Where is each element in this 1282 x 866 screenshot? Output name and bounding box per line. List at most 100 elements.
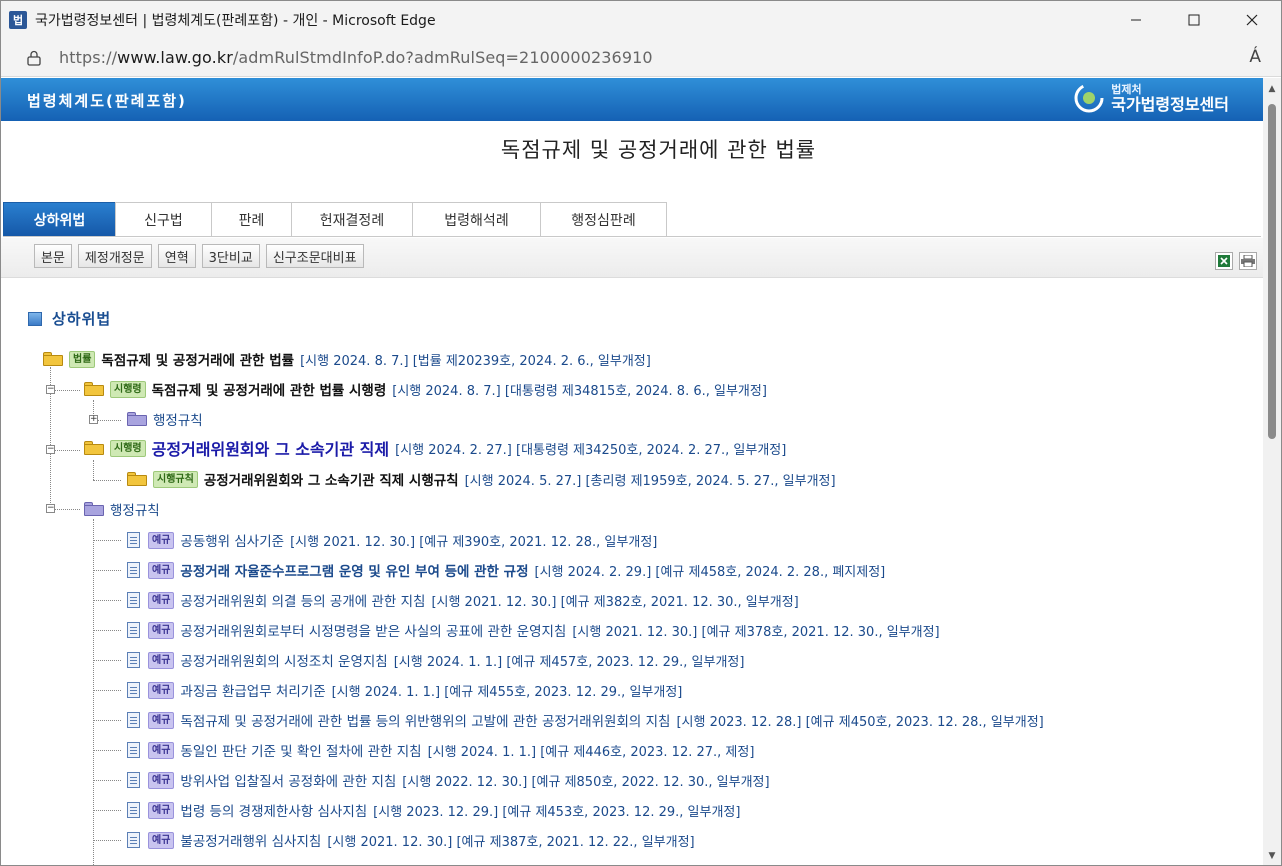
document-icon <box>127 832 140 848</box>
rule-item[interactable]: 예규 공정거래위원회 의결 등의 공개에 관한 지침 [시행 2021. 12.… <box>127 589 799 611</box>
maximize-icon <box>1188 14 1200 26</box>
document-icon <box>127 712 140 728</box>
scroll-thumb[interactable] <box>1268 104 1276 439</box>
close-button[interactable] <box>1223 1 1281 39</box>
document-icon <box>127 622 140 638</box>
header-title: 법령체계도(판례포함) <box>27 92 187 110</box>
type-badge: 예규 <box>148 711 175 729</box>
tree-node-org-rules[interactable]: 시행규칙 공정거래위원회와 그 소속기관 직제 시행규칙 [시행 2024. 5… <box>127 468 836 490</box>
page-content: 법령체계도(판례포함) 법제처 국가법령정보센터 독점규제 및 공정거래에 관한… <box>1 78 1263 865</box>
document-icon <box>127 802 140 818</box>
document-icon <box>127 592 140 608</box>
rule-item[interactable]: 예규 독점규제 및 공정거래에 관한 법률 등의 위반행위의 고발에 관한 공정… <box>127 709 1044 731</box>
rule-item[interactable]: 예규 법령 등의 경쟁제한사항 심사지침 [시행 2023. 12. 29.] … <box>127 799 740 821</box>
rule-meta: [시행 2021. 12. 30.] [예규 제387호, 2021. 12. … <box>327 834 695 850</box>
document-icon <box>127 652 140 668</box>
tab-admin-appeals[interactable]: 행정심판례 <box>540 202 667 236</box>
document-title: 독점규제 및 공정거래에 관한 법률 <box>500 138 817 162</box>
type-badge: 예규 <box>148 831 175 849</box>
minimize-icon <box>1131 19 1141 21</box>
app-icon: 법 <box>9 11 27 29</box>
tree-node-law[interactable]: 법률 독점규제 및 공정거래에 관한 법률 [시행 2024. 8. 7.] [… <box>43 348 651 370</box>
type-badge: 예규 <box>148 651 175 669</box>
amendment-text-button[interactable]: 제정개정문 <box>77 244 152 268</box>
node-title: 공정거래위원회와 그 소속기관 직제 시행규칙 <box>203 473 459 489</box>
window-title: 국가법령정보센터 | 법령체계도(판례포함) - 개인 - Microsoft … <box>35 13 436 29</box>
rule-title: 방위사업 입찰질서 공정화에 관한 지침 <box>180 774 397 790</box>
collapse-toggle-icon[interactable]: − <box>46 504 55 513</box>
folder-icon <box>127 412 147 426</box>
node-title: 행정규칙 <box>153 413 203 429</box>
minimize-button[interactable] <box>1107 1 1165 39</box>
scroll-up-icon[interactable]: ▲ <box>1267 84 1277 94</box>
excel-icon[interactable] <box>1215 252 1233 270</box>
type-badge: 예규 <box>148 621 175 639</box>
rule-title: 공정거래위원회 의결 등의 공개에 관한 지침 <box>180 594 426 610</box>
folder-icon <box>127 472 147 486</box>
rule-item[interactable]: 예규 방위사업 입찰질서 공정화에 관한 지침 [시행 2022. 12. 30… <box>127 769 770 791</box>
rule-meta: [시행 2024. 1. 1.] [예규 제455호, 2023. 12. 29… <box>331 684 683 700</box>
folder-icon <box>84 502 104 516</box>
brand-small-text: 법제처 <box>1111 82 1142 96</box>
rule-meta: [시행 2022. 12. 30.] [예규 제850호, 2022. 12. … <box>402 774 770 790</box>
type-badge: 시행령 <box>110 380 146 398</box>
rule-item[interactable]: 예규 공정거래위원회로부터 시정명령을 받은 사실의 공표에 관한 운영지침 [… <box>127 619 940 641</box>
tree-node-org-decree[interactable]: 시행령 공정거래위원회와 그 소속기관 직제 [시행 2024. 2. 27.]… <box>84 437 786 459</box>
node-title: 독점규제 및 공정거래에 관한 법률 시행령 <box>151 383 387 399</box>
node-meta: [시행 2024. 8. 7.] [대통령령 제34815호, 2024. 8.… <box>392 383 767 399</box>
expand-toggle-icon[interactable]: + <box>89 415 98 424</box>
node-title: 독점규제 및 공정거래에 관한 법률 <box>101 353 295 369</box>
type-badge: 예규 <box>148 771 175 789</box>
type-badge: 예규 <box>148 591 175 609</box>
rule-item[interactable]: 예규 공동행위 심사기준 [시행 2021. 12. 30.] [예규 제390… <box>127 529 657 551</box>
document-icon <box>127 772 140 788</box>
vertical-scrollbar[interactable]: ▲ ▼ <box>1263 78 1281 865</box>
rule-item[interactable]: 예규 동일인 판단 기준 및 확인 절차에 관한 지침 [시행 2024. 1.… <box>127 739 754 761</box>
url-prefix: https:// <box>59 48 118 67</box>
scroll-down-icon[interactable]: ▼ <box>1267 851 1277 861</box>
rule-item[interactable]: 예규 공정거래위원회의 시정조치 운영지침 [시행 2024. 1. 1.] [… <box>127 649 744 671</box>
tab-constitutional[interactable]: 헌재결정례 <box>291 202 413 236</box>
tree-node-decree[interactable]: 시행령 독점규제 및 공정거래에 관한 법률 시행령 [시행 2024. 8. … <box>84 378 767 400</box>
rule-title: 공정거래 자율준수프로그램 운영 및 유인 부여 등에 관한 규정 <box>180 564 529 580</box>
history-button[interactable]: 연혁 <box>157 244 196 268</box>
document-icon <box>127 562 140 578</box>
rule-title: 공동행위 심사기준 <box>180 534 285 550</box>
print-icon[interactable] <box>1239 252 1257 270</box>
rule-title: 독점규제 및 공정거래에 관한 법률 등의 위반행위의 고발에 관한 공정거래위… <box>180 714 671 730</box>
type-badge: 예규 <box>148 531 175 549</box>
url-path: /admRulStmdInfoP.do?admRulSeq=2100000236… <box>232 48 653 67</box>
type-badge: 시행규칙 <box>153 470 198 488</box>
type-badge: 예규 <box>148 561 175 579</box>
collapse-toggle-icon[interactable]: − <box>46 445 55 454</box>
folder-icon <box>43 352 63 366</box>
rule-item[interactable]: 예규 불공정거래행위 심사지침 [시행 2021. 12. 30.] [예규 제… <box>127 829 695 851</box>
folder-icon <box>84 382 104 396</box>
rule-item[interactable]: 예규 과징금 환급업무 처리기준 [시행 2024. 1. 1.] [예규 제4… <box>127 679 682 701</box>
lock-icon[interactable] <box>23 47 45 69</box>
body-button[interactable]: 본문 <box>34 244 72 268</box>
rule-meta: [시행 2021. 12. 30.] [예규 제378호, 2021. 12. … <box>572 624 940 640</box>
rule-meta: [시행 2021. 12. 30.] [예규 제382호, 2021. 12. … <box>431 594 799 610</box>
read-aloud-icon[interactable]: Á <box>1249 47 1261 67</box>
window-controls <box>1107 1 1281 39</box>
tab-interpretation[interactable]: 법령해석례 <box>412 202 541 236</box>
collapse-toggle-icon[interactable]: − <box>46 385 55 394</box>
tab-hierarchy[interactable]: 상하위법 <box>3 202 116 236</box>
url-field[interactable]: https://www.law.go.kr/admRulStmdInfoP.do… <box>59 48 653 67</box>
tree-node-admin-rules[interactable]: 행정규칙 <box>84 498 160 520</box>
swirl-logo-icon <box>1074 83 1104 113</box>
tree-node-admin-rules-collapsed[interactable]: 행정규칙 <box>127 408 203 430</box>
brand-logo[interactable]: 법제처 국가법령정보센터 <box>1073 82 1229 114</box>
maximize-button[interactable] <box>1165 1 1223 39</box>
section-title: 상하위법 <box>52 310 112 328</box>
old-new-compare-button[interactable]: 신구조문대비표 <box>265 244 364 268</box>
tab-precedents[interactable]: 판례 <box>211 202 292 236</box>
rule-title: 과징금 환급업무 처리기준 <box>180 684 326 700</box>
node-title: 공정거래위원회와 그 소속기관 직제 <box>151 440 390 459</box>
type-badge: 법률 <box>69 350 96 368</box>
rule-item[interactable]: 예규 공정거래 자율준수프로그램 운영 및 유인 부여 등에 관한 규정 [시행… <box>127 559 885 581</box>
tab-old-new[interactable]: 신구법 <box>115 202 212 236</box>
type-badge: 예규 <box>148 801 175 819</box>
three-way-compare-button[interactable]: 3단비교 <box>201 244 260 268</box>
